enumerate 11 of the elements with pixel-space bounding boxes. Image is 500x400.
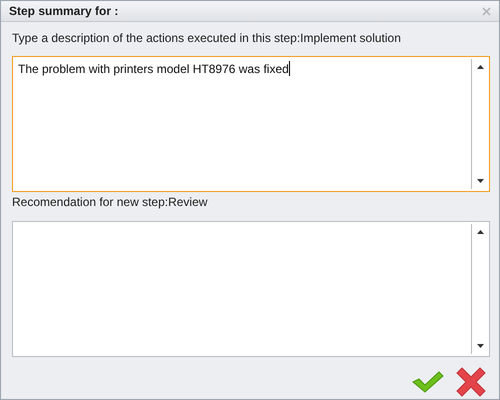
- field-label: Type a description of the actions executed in this step:Implement solution: [12, 30, 402, 46]
- window-title: Step summary for :: [9, 3, 118, 20]
- scroll-down-icon[interactable]: [477, 179, 484, 183]
- field-label: Recomendation for new step:Review: [12, 194, 208, 210]
- scroll-up-icon[interactable]: [477, 230, 484, 234]
- text-area[interactable]: The problem with printers model HT8976 was fixed: [12, 56, 490, 192]
- checkmark-icon: [412, 371, 444, 393]
- close-icon: [456, 367, 486, 397]
- scroll-up-icon[interactable]: [477, 65, 484, 69]
- scroll-down-icon[interactable]: [477, 344, 484, 348]
- cancel-button[interactable]: [455, 366, 487, 398]
